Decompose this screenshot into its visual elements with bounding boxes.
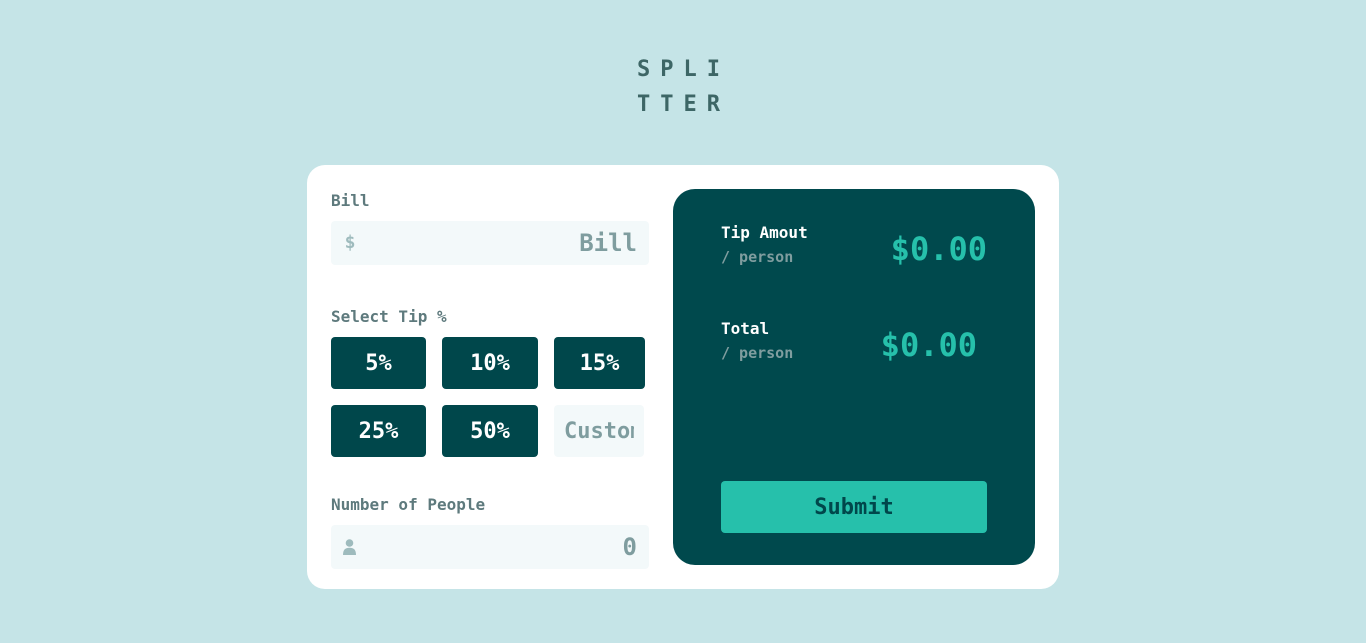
people-input[interactable] bbox=[331, 525, 649, 569]
tip-options: 5% 10% 15% 25% 50% bbox=[331, 337, 649, 457]
submit-button[interactable]: Submit bbox=[721, 481, 987, 533]
custom-tip-input[interactable] bbox=[554, 405, 644, 457]
dollar-icon: $ bbox=[344, 232, 356, 253]
tip-button-5[interactable]: 5% bbox=[331, 337, 426, 389]
select-tip-label: Select Tip % bbox=[331, 307, 447, 326]
tip-amount-value: $0.00 bbox=[890, 230, 987, 268]
bill-input[interactable] bbox=[331, 221, 649, 265]
tip-button-10[interactable]: 10% bbox=[442, 337, 538, 389]
logo-line-1: SPLI bbox=[637, 57, 730, 82]
tip-button-15[interactable]: 15% bbox=[554, 337, 645, 389]
input-panel: Bill $ Select Tip % 5% 10% 15% 25% 50% N… bbox=[331, 189, 649, 569]
logo-line-2: TTER bbox=[637, 92, 730, 117]
tip-button-50[interactable]: 50% bbox=[442, 405, 538, 457]
results-panel: Tip Amout / person $0.00 Total / person … bbox=[673, 189, 1035, 565]
bill-label: Bill bbox=[331, 191, 370, 210]
total-value: $0.00 bbox=[880, 326, 977, 364]
people-field-wrapper bbox=[331, 525, 649, 569]
tip-button-25[interactable]: 25% bbox=[331, 405, 426, 457]
person-icon bbox=[343, 539, 356, 555]
app-logo: SPLI TTER bbox=[637, 52, 737, 122]
number-of-people-label: Number of People bbox=[331, 495, 486, 514]
tip-amount-row: Tip Amout / person $0.00 bbox=[721, 221, 987, 271]
calculator-card: Bill $ Select Tip % 5% 10% 15% 25% 50% N… bbox=[307, 165, 1059, 589]
bill-field-wrapper: $ bbox=[331, 221, 649, 265]
total-row: Total / person $0.00 bbox=[721, 317, 987, 367]
